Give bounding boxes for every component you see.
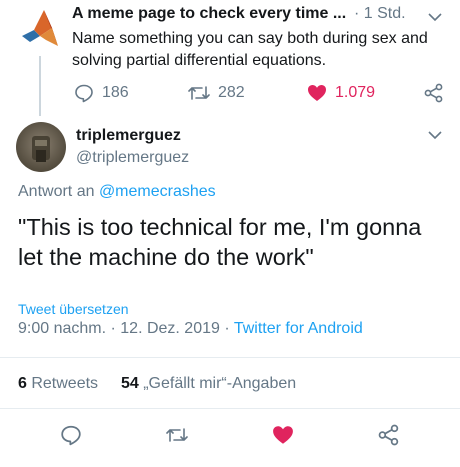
reply-icon	[75, 84, 93, 103]
parent-action-bar: 186 282 1.079	[0, 83, 460, 107]
retweet-button[interactable]	[166, 424, 188, 446]
reply-icon	[61, 425, 81, 446]
reply-count: 186	[102, 84, 129, 101]
retweet-count: 282	[218, 84, 245, 101]
retweets-stat[interactable]: 6 Retweets	[18, 375, 98, 392]
divider	[0, 408, 460, 409]
tweet-timestamp: 9:00 nachm. · 12. Dez. 2019 ·	[18, 320, 234, 337]
divider	[0, 357, 460, 358]
tweet-meta: 9:00 nachm. · 12. Dez. 2019 · Twitter fo…	[18, 319, 363, 339]
retweet-icon	[188, 86, 210, 100]
parent-author-name[interactable]: A meme page to check every time ...	[72, 4, 346, 24]
like-count: 1.079	[335, 84, 376, 101]
parent-timestamp[interactable]: · 1 Std.	[354, 4, 406, 24]
reply-mention-link[interactable]: @memecrashes	[99, 183, 216, 200]
chevron-down-icon[interactable]	[428, 130, 442, 140]
translate-link[interactable]: Tweet übersetzen	[18, 300, 129, 318]
chevron-down-icon[interactable]	[428, 12, 442, 22]
retweet-icon	[166, 428, 188, 442]
tweet-stats: 6 Retweets 54 „Gefällt mir“-Angaben	[18, 374, 296, 394]
reply-author-handle[interactable]: @triplemerguez	[76, 148, 189, 168]
like-action[interactable]: 1.079	[307, 83, 375, 103]
likes-stat[interactable]: 54 „Gefällt mir“-Angaben	[121, 375, 296, 392]
reply-to-prefix: Antwort an	[18, 183, 99, 200]
heart-icon	[273, 426, 293, 444]
reply-author-name[interactable]: triplemerguez	[76, 126, 181, 146]
reply-action[interactable]: 186	[74, 83, 129, 103]
heart-icon	[308, 85, 326, 101]
parent-tweet[interactable]: A meme page to check every time ... · 1 …	[0, 0, 460, 116]
tweet-text: "This is too technical for me, I'm gonna…	[18, 214, 422, 270]
client-link[interactable]: Twitter for Android	[234, 320, 363, 337]
share-icon	[424, 83, 443, 103]
share-button[interactable]	[378, 424, 400, 446]
like-button[interactable]	[272, 424, 294, 446]
share-action[interactable]	[424, 83, 452, 103]
reply-button[interactable]	[60, 424, 82, 446]
avatar[interactable]	[16, 122, 66, 172]
matlab-logo-icon[interactable]	[20, 6, 60, 52]
retweet-action[interactable]: 282	[188, 83, 245, 103]
share-icon	[378, 424, 399, 446]
reply-to-line: Antwort an @memecrashes	[18, 182, 216, 202]
parent-tweet-text: Name something you can say both during s…	[72, 30, 428, 69]
